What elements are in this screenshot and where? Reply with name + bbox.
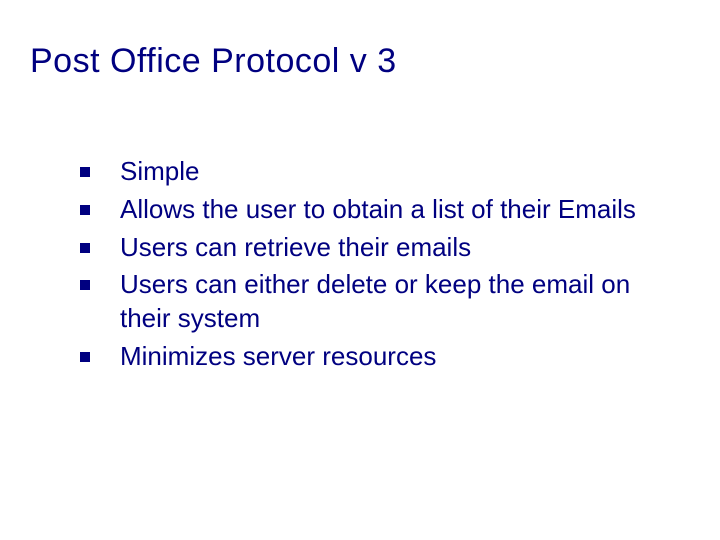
list-item: Minimizes server resources bbox=[80, 340, 680, 374]
list-item: Simple bbox=[80, 155, 680, 189]
slide: Post Office Protocol v 3 Simple Allows t… bbox=[0, 0, 720, 540]
square-bullet-icon bbox=[80, 243, 90, 253]
slide-title: Post Office Protocol v 3 bbox=[30, 42, 397, 81]
list-item: Allows the user to obtain a list of thei… bbox=[80, 193, 680, 227]
square-bullet-icon bbox=[80, 352, 90, 362]
square-bullet-icon bbox=[80, 280, 90, 290]
list-item-text: Allows the user to obtain a list of thei… bbox=[120, 193, 636, 227]
list-item-text: Simple bbox=[120, 155, 199, 189]
list-item: Users can either delete or keep the emai… bbox=[80, 268, 680, 336]
list-item-text: Users can either delete or keep the emai… bbox=[120, 268, 680, 336]
bullet-list: Simple Allows the user to obtain a list … bbox=[80, 155, 680, 378]
square-bullet-icon bbox=[80, 205, 90, 215]
square-bullet-icon bbox=[80, 167, 90, 177]
list-item-text: Minimizes server resources bbox=[120, 340, 436, 374]
list-item: Users can retrieve their emails bbox=[80, 231, 680, 265]
list-item-text: Users can retrieve their emails bbox=[120, 231, 471, 265]
